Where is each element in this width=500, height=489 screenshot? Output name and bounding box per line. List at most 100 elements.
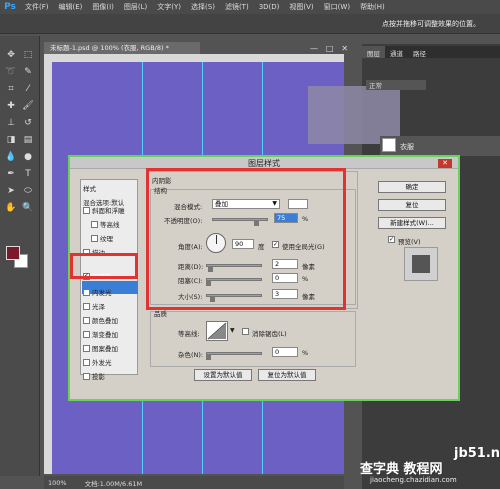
layer-name: 衣服 — [400, 143, 414, 151]
style-preview-swatch — [412, 255, 430, 273]
noise-slider-knob[interactable] — [206, 354, 211, 360]
tab-channels[interactable]: 通道 — [385, 46, 408, 58]
ruler-vertical — [44, 54, 52, 474]
brush-tool-icon[interactable]: 🖌 — [21, 99, 35, 113]
contour-picker[interactable] — [206, 321, 228, 341]
shape-tool-icon[interactable]: ⬭ — [21, 184, 35, 198]
style-item[interactable]: 斜面和浮雕 — [83, 205, 125, 215]
style-item[interactable]: 投影 — [83, 371, 105, 381]
watermark-text: 查字典 教程网 — [360, 462, 443, 477]
menu-filter[interactable]: 滤镜(T) — [220, 2, 254, 12]
reset-default-button[interactable]: 复位为默认值 — [258, 369, 316, 381]
noise-label: 杂色(N): — [178, 351, 204, 359]
pen-tool-icon[interactable]: ✒ — [4, 167, 18, 181]
document-info: 文档:1.00M/6.61M — [84, 479, 143, 488]
menu-type[interactable]: 文字(Y) — [152, 2, 186, 12]
noise-input[interactable]: 0 — [272, 347, 298, 357]
menu-edit[interactable]: 编辑(E) — [54, 2, 88, 12]
new-style-button[interactable]: 新建样式(W)... — [378, 217, 446, 229]
history-brush-icon[interactable]: ↺ — [21, 116, 35, 130]
style-item-label: 斜面和浮雕 — [92, 207, 125, 215]
annotation-box-inner-shadow — [70, 253, 138, 279]
dodge-tool-icon[interactable]: ● — [21, 150, 35, 164]
layer-blend-mode-select[interactable]: 正常 — [366, 80, 426, 90]
style-checkbox[interactable] — [83, 302, 90, 310]
style-item-label: 颜色叠加 — [92, 317, 118, 325]
menu-window[interactable]: 窗口(W) — [319, 2, 355, 12]
style-item[interactable]: 等高线 — [91, 219, 120, 229]
healing-tool-icon[interactable]: ✚ — [4, 99, 18, 113]
eraser-tool-icon[interactable]: ◨ — [4, 133, 18, 147]
style-item[interactable]: 纹理 — [91, 233, 113, 243]
move-tool-icon[interactable]: ✥ — [4, 48, 18, 62]
menu-image[interactable]: 图像(I) — [87, 2, 119, 12]
ok-button[interactable]: 确定 — [378, 181, 446, 193]
path-select-tool-icon[interactable]: ➤ — [4, 184, 18, 198]
quick-select-tool-icon[interactable]: ✎ — [21, 65, 35, 79]
foreground-color-swatch[interactable] — [6, 246, 20, 260]
styles-header[interactable]: 样式 — [83, 183, 96, 193]
zoom-level[interactable]: 100% — [48, 479, 67, 487]
minimize-icon[interactable]: — — [310, 44, 318, 53]
style-checkbox[interactable] — [83, 372, 90, 380]
menu-3d[interactable]: 3D(D) — [254, 3, 285, 11]
style-checkbox[interactable] — [91, 234, 98, 242]
maximize-icon[interactable]: □ — [326, 44, 334, 53]
hand-tool-icon[interactable]: ✋ — [4, 201, 18, 215]
reset-button[interactable]: 复位 — [378, 199, 446, 211]
stamp-tool-icon[interactable]: ⊥ — [4, 116, 18, 130]
close-icon[interactable]: ✕ — [341, 44, 348, 53]
contour-label: 等高线: — [178, 330, 200, 338]
style-checkbox[interactable] — [83, 344, 90, 352]
document-tab[interactable]: 未标题-1.psd @ 100% (衣服, RGB/8) * — [44, 42, 200, 54]
style-item[interactable]: 图案叠加 — [83, 343, 118, 353]
menu-bar: Ps 文件(F) 编辑(E) 图像(I) 图层(L) 文字(Y) 选择(S) 滤… — [0, 0, 500, 14]
tab-layers[interactable]: 图层 — [362, 46, 385, 58]
blur-tool-icon[interactable]: 💧 — [4, 150, 18, 164]
chevron-down-icon[interactable]: ▼ — [230, 327, 235, 334]
menu-view[interactable]: 视图(V) — [284, 2, 318, 12]
noise-slider[interactable] — [206, 352, 262, 355]
style-item[interactable]: 光泽 — [83, 301, 105, 311]
style-checkbox[interactable] — [91, 220, 98, 228]
watermark-site: jb51.net — [454, 446, 500, 461]
noise-unit: % — [302, 349, 309, 357]
type-tool-icon[interactable]: T — [21, 167, 35, 181]
marquee-tool-icon[interactable]: ⬚ — [21, 48, 35, 62]
zoom-tool-icon[interactable]: 🔍 — [21, 201, 35, 215]
menu-file[interactable]: 文件(F) — [20, 2, 54, 12]
menu-layer[interactable]: 图层(L) — [119, 2, 152, 12]
antialias-label: 消除锯齿(L) — [252, 330, 287, 338]
set-default-button[interactable]: 设置为默认值 — [194, 369, 252, 381]
crop-tool-icon[interactable]: ⌗ — [4, 82, 18, 96]
style-checkbox[interactable] — [83, 206, 90, 214]
gradient-tool-icon[interactable]: ▤ — [21, 133, 35, 147]
style-checkbox[interactable] — [83, 316, 90, 324]
style-item-label: 光泽 — [92, 303, 105, 311]
style-checkbox[interactable] — [83, 288, 90, 296]
photoshop-logo: Ps — [4, 2, 16, 12]
style-item-label: 纹理 — [100, 235, 113, 243]
status-bar: 100% 文档:1.00M/6.61M — [44, 476, 344, 489]
contour-curve-icon — [207, 322, 227, 340]
style-item[interactable]: 渐变叠加 — [83, 329, 118, 339]
tab-paths[interactable]: 路径 — [408, 46, 431, 58]
style-checkbox[interactable] — [83, 330, 90, 338]
style-item-label: 外发光 — [92, 359, 112, 367]
lasso-tool-icon[interactable]: ➰ — [4, 65, 18, 79]
watermark-url: jiaocheng.chazidian.com — [370, 476, 457, 484]
antialias-checkbox[interactable] — [242, 328, 249, 335]
menu-help[interactable]: 帮助(H) — [355, 2, 390, 12]
style-item[interactable]: 内发光 — [83, 287, 112, 297]
close-icon[interactable]: ✕ — [438, 159, 452, 168]
eyedropper-tool-icon[interactable]: ⁄ — [21, 82, 35, 96]
ruler-horizontal — [44, 54, 344, 62]
layer-row[interactable] — [380, 136, 500, 156]
style-checkbox[interactable] — [83, 358, 90, 366]
style-item[interactable]: 颜色叠加 — [83, 315, 118, 325]
panel-tabs: 图层 通道 路径 — [362, 46, 500, 58]
menu-select[interactable]: 选择(S) — [186, 2, 220, 12]
style-item-label: 内发光 — [92, 289, 112, 297]
preview-checkbox[interactable]: ✓ — [388, 236, 395, 243]
style-item[interactable]: 外发光 — [83, 357, 112, 367]
